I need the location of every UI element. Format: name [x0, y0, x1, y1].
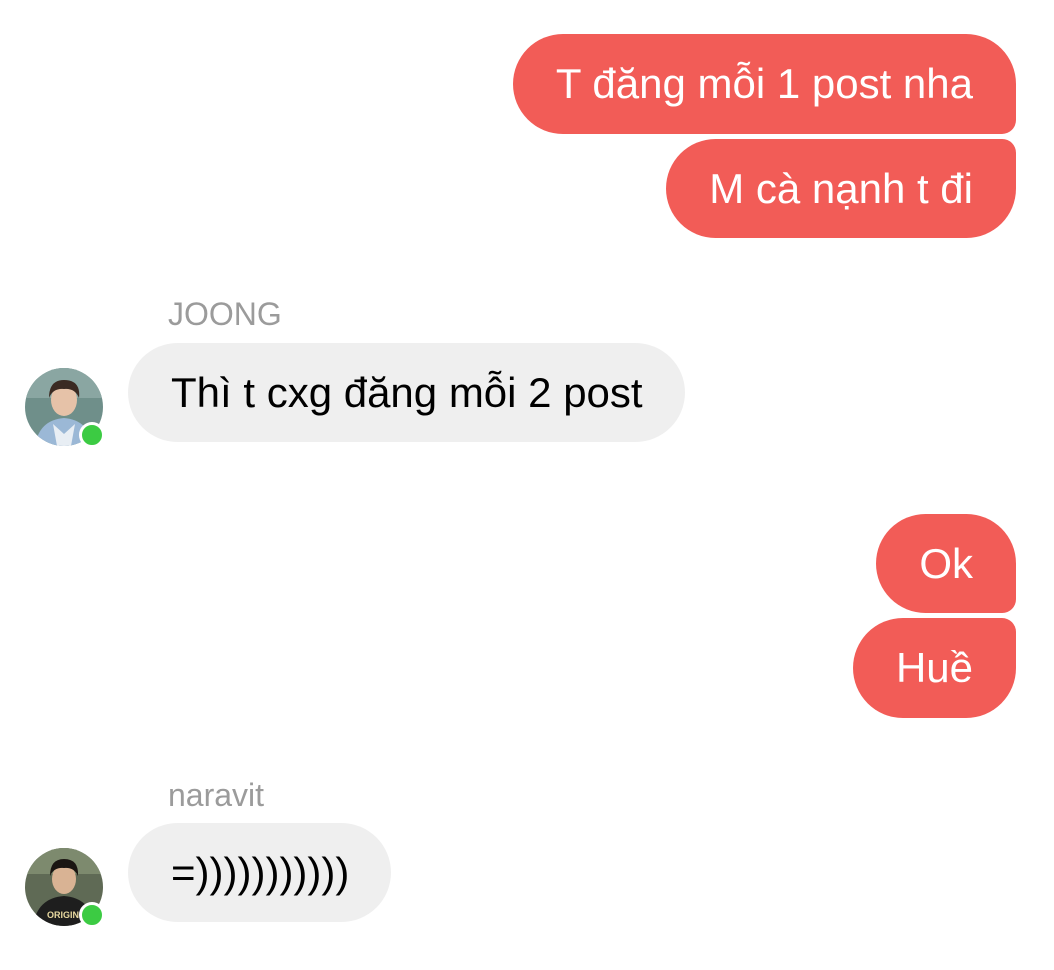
incoming-message-bubble[interactable]: =))))))))))): [128, 823, 392, 922]
message-text: Huề: [895, 644, 973, 691]
sender-name: naravit: [168, 777, 265, 813]
sender-avatar[interactable]: ORIGIN: [25, 848, 105, 928]
message-text: Thì t cxg đăng mỗi 2 post: [171, 368, 643, 416]
outgoing-message-bubble[interactable]: Ok: [876, 514, 1016, 613]
message-text: Ok: [919, 539, 973, 587]
outgoing-message-bubble[interactable]: M cà nạnh t đi: [666, 139, 1016, 238]
outgoing-message-bubble[interactable]: Huề: [852, 618, 1016, 718]
online-status-indicator: [79, 902, 105, 928]
outgoing-message-bubble[interactable]: T đăng mỗi 1 post nha: [512, 34, 1016, 134]
message-text: M cà nạnh t đi: [709, 164, 973, 212]
message-text: T đăng mỗi 1 post nha: [555, 60, 973, 107]
svg-text:ORIGIN: ORIGIN: [47, 910, 79, 920]
message-text: =))))))))))): [171, 848, 350, 896]
sender-name: JOONG: [168, 296, 282, 332]
sender-avatar[interactable]: [25, 368, 105, 448]
online-status-indicator: [79, 422, 105, 448]
incoming-message-bubble[interactable]: Thì t cxg đăng mỗi 2 post: [128, 343, 685, 442]
